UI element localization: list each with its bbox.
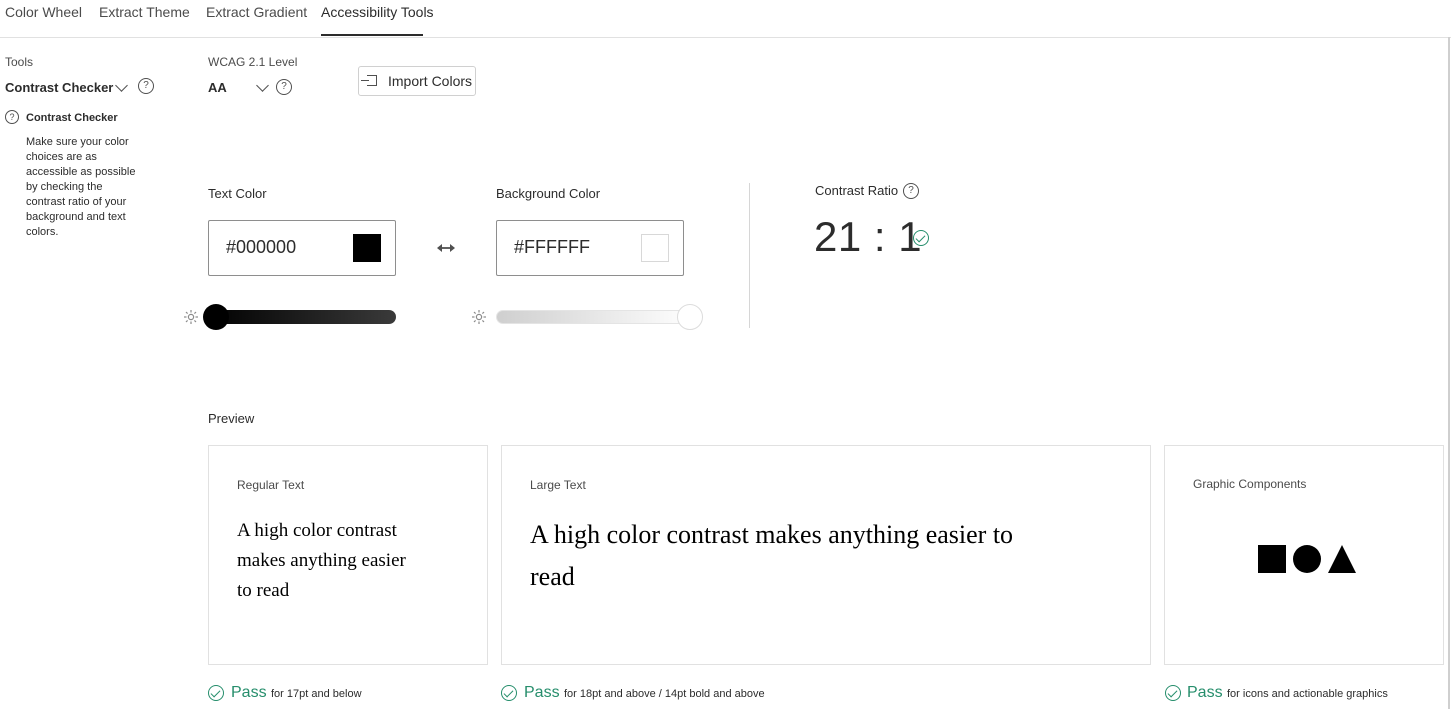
background-color-label: Background Color bbox=[496, 186, 601, 201]
check-icon bbox=[501, 685, 517, 701]
text-color-input[interactable] bbox=[226, 237, 336, 258]
card-title: Graphic Components bbox=[1193, 477, 1307, 491]
tools-dropdown[interactable]: Contrast Checker bbox=[5, 78, 115, 98]
scrollbar-edge[interactable] bbox=[1448, 37, 1450, 709]
brightness-icon bbox=[184, 310, 198, 324]
wcag-label: WCAG 2.1 Level bbox=[208, 55, 298, 69]
tools-selected: Contrast Checker bbox=[5, 80, 114, 95]
regular-text-card: Regular Text A high color contrast makes… bbox=[208, 445, 488, 665]
regular-pass-note: for 17pt and below bbox=[271, 688, 362, 700]
check-icon bbox=[913, 230, 929, 246]
contrast-ratio-value: 21 : 1 bbox=[814, 213, 923, 260]
background-color-input[interactable] bbox=[514, 237, 624, 258]
large-pass-note: for 18pt and above / 14pt bold and above bbox=[564, 688, 765, 700]
graphic-components-card: Graphic Components bbox=[1164, 445, 1444, 665]
chevron-down-icon[interactable] bbox=[115, 79, 128, 92]
check-icon bbox=[1165, 685, 1181, 701]
tab-extract-theme[interactable]: Extract Theme bbox=[99, 4, 190, 20]
text-brightness-handle[interactable] bbox=[203, 304, 229, 330]
help-icon[interactable]: ? bbox=[903, 183, 919, 199]
card-title: Large Text bbox=[530, 478, 586, 492]
tab-extract-gradient[interactable]: Extract Gradient bbox=[206, 4, 307, 20]
wcag-level-value: AA bbox=[208, 80, 227, 95]
help-icon: ? bbox=[5, 110, 19, 124]
triangle-icon bbox=[1328, 545, 1356, 573]
large-text-card: Large Text A high color contrast makes a… bbox=[501, 445, 1151, 665]
large-text-sample: A high color contrast makes anything eas… bbox=[530, 520, 1014, 591]
graphic-pass-status: Pass bbox=[1187, 684, 1223, 701]
background-brightness-handle[interactable] bbox=[677, 304, 703, 330]
text-color-label: Text Color bbox=[208, 186, 267, 201]
graphic-pass-note: for icons and actionable graphics bbox=[1227, 688, 1388, 700]
help-title: Contrast Checker bbox=[26, 112, 118, 124]
help-description: Make sure your color choices are as acce… bbox=[26, 136, 136, 238]
regular-text-sample: A high color contrast makes anything eas… bbox=[237, 520, 406, 601]
regular-pass-status: Pass bbox=[231, 684, 267, 701]
tab-accessibility-tools[interactable]: Accessibility Tools bbox=[321, 4, 434, 20]
tools-label: Tools bbox=[5, 55, 34, 69]
large-pass-status: Pass bbox=[524, 684, 560, 701]
help-icon[interactable]: ? bbox=[276, 79, 292, 95]
text-brightness-slider[interactable] bbox=[204, 310, 396, 324]
contrast-ratio-label: Contrast Ratio bbox=[815, 183, 899, 198]
circle-icon bbox=[1293, 545, 1321, 573]
import-colors-button[interactable]: Import Colors bbox=[358, 66, 476, 96]
square-icon bbox=[1258, 545, 1286, 573]
active-tab-indicator bbox=[321, 34, 423, 36]
divider bbox=[749, 183, 750, 328]
top-tabs: Color Wheel Extract Theme Extract Gradie… bbox=[0, 0, 1451, 38]
import-icon bbox=[361, 75, 377, 86]
background-color-swatch[interactable] bbox=[641, 234, 669, 262]
text-color-swatch[interactable] bbox=[353, 234, 381, 262]
background-brightness-slider[interactable] bbox=[496, 310, 696, 324]
tab-color-wheel[interactable]: Color Wheel bbox=[5, 4, 82, 20]
swap-colors-icon[interactable] bbox=[437, 240, 455, 252]
text-color-field bbox=[208, 220, 396, 276]
brightness-icon bbox=[472, 310, 486, 324]
card-title: Regular Text bbox=[237, 478, 305, 492]
background-color-field bbox=[496, 220, 684, 276]
preview-label: Preview bbox=[208, 411, 255, 426]
check-icon bbox=[208, 685, 224, 701]
help-icon[interactable]: ? bbox=[138, 78, 154, 94]
